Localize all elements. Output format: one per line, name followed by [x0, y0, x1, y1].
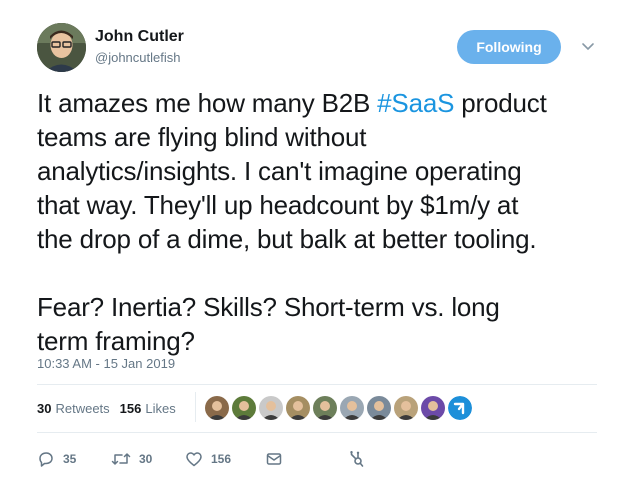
author-name[interactable]: John Cutler — [95, 27, 184, 47]
analytics-button[interactable] — [347, 450, 373, 468]
hashtag-link[interactable]: #SaaS — [377, 88, 454, 118]
liker-avatar[interactable] — [367, 396, 391, 420]
retweet-icon — [111, 453, 131, 465]
liker-avatar[interactable] — [286, 396, 310, 420]
liker-avatar[interactable] — [259, 396, 283, 420]
reply-count: 35 — [63, 452, 77, 466]
retweet-button[interactable]: 30 — [111, 450, 173, 468]
retweets-label: Retweets — [55, 401, 110, 416]
liker-avatar[interactable] — [313, 396, 337, 420]
author-handle[interactable]: @johncutlefish — [95, 50, 180, 66]
tweet-timestamp[interactable]: 10:33 AM - 15 Jan 2019 — [37, 356, 175, 371]
following-button[interactable]: Following — [457, 30, 561, 64]
tweet-text-line1-end: product — [454, 88, 547, 118]
likes-label: Likes — [145, 401, 176, 416]
tweet-text-start: It amazes me how many B2B — [37, 88, 378, 118]
liker-avatar[interactable] — [205, 396, 229, 420]
like-count: 156 — [211, 452, 232, 466]
tweet-text-body: teams are flying blind without analytics… — [37, 122, 537, 356]
chevron-down-icon[interactable] — [580, 38, 596, 54]
retweet-count: 30 — [139, 452, 153, 466]
reply-button[interactable]: 35 — [37, 450, 99, 468]
like-button[interactable]: 156 — [185, 450, 257, 468]
likes-count: 156 — [119, 401, 142, 416]
liker-avatar[interactable] — [394, 396, 418, 420]
heart-icon — [186, 452, 202, 467]
retweets-stat[interactable]: 30 Retweets — [37, 401, 110, 416]
stats-separator — [195, 392, 196, 422]
envelope-icon — [266, 453, 282, 465]
liker-avatar[interactable] — [421, 396, 445, 420]
liker-avatar[interactable] — [232, 396, 256, 420]
analytics-icon — [350, 451, 364, 467]
liker-avatars — [205, 396, 475, 420]
direct-message-button[interactable] — [265, 450, 291, 468]
divider-bottom — [37, 432, 597, 433]
tweet-text: It amazes me how many B2B #SaaS product … — [37, 86, 607, 358]
liker-logo-icon[interactable] — [448, 396, 472, 420]
tweet-card: John Cutler @johncutlefish Following It … — [0, 0, 627, 478]
retweets-count: 30 — [37, 401, 52, 416]
liker-avatar[interactable] — [340, 396, 364, 420]
divider-top — [37, 384, 597, 385]
action-bar: 35 30 156 — [37, 450, 373, 468]
author-avatar[interactable] — [37, 23, 86, 72]
reply-icon — [39, 452, 53, 467]
engagement-stats: 30 Retweets 156 Likes — [37, 401, 186, 416]
likes-stat[interactable]: 156 Likes — [120, 401, 176, 416]
